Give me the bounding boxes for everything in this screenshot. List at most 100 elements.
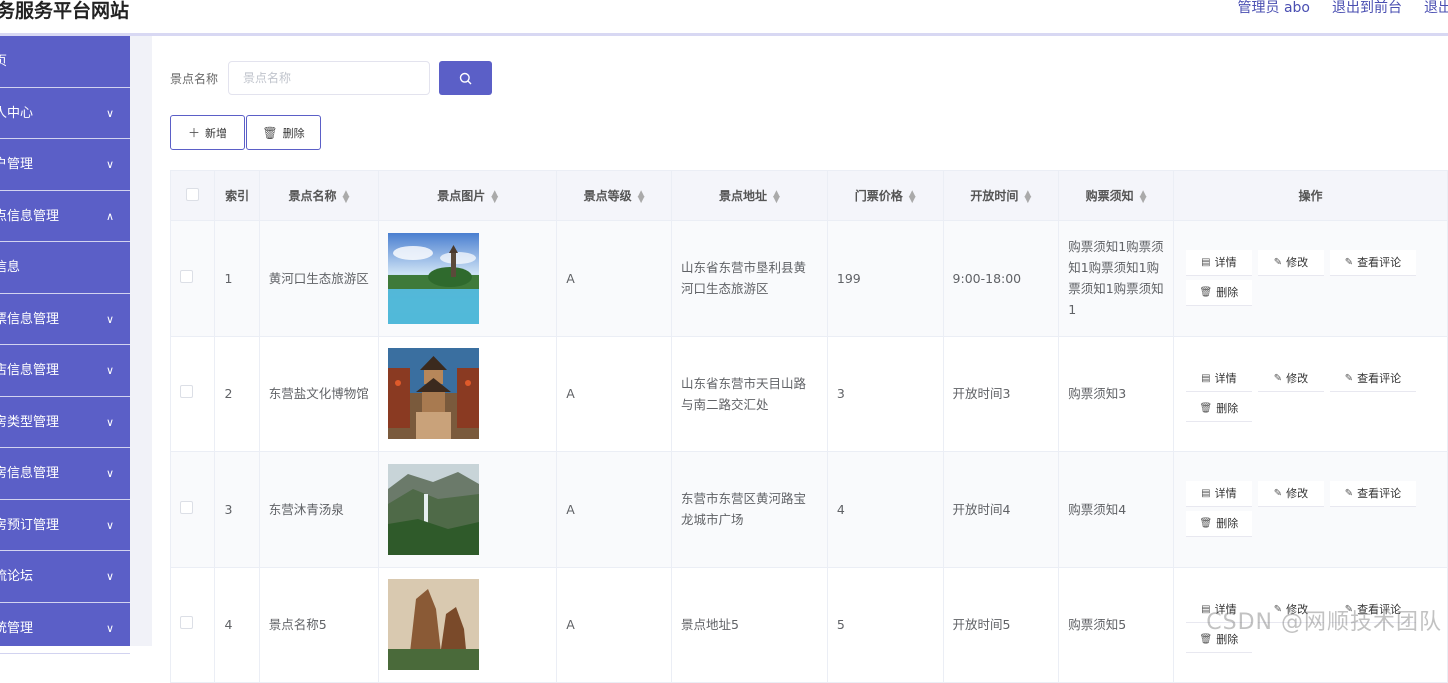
plus-icon: ＋	[187, 126, 200, 140]
column-header-notice[interactable]: 购票须知 ▲ ▼	[1058, 170, 1174, 221]
edit-button[interactable]: ✎ 修改	[1257, 250, 1324, 277]
cell-level: A	[556, 335, 672, 452]
sort-icon[interactable]: ▲ ▼	[491, 189, 498, 204]
select-all-cell	[169, 170, 216, 221]
sidebar-item-user-management[interactable]: 户管理∨	[0, 139, 130, 191]
sidebar-item-room-info-management[interactable]: 房信息管理 ∨	[0, 448, 130, 500]
back-to-frontend-link[interactable]: 退出到前台	[1332, 0, 1402, 17]
row-actions: ▤ 详情 ✎ 修改 ✎ 查看评论 🗑 删除	[1183, 365, 1438, 422]
sidebar-item-personal-center[interactable]: 人中心∨	[0, 88, 130, 139]
content-gutter	[130, 36, 152, 646]
view-comments-button[interactable]: ✎ 查看评论	[1329, 250, 1416, 277]
table-header-row: 索引 景点名称 ▲ ▼ 景点图片 ▲ ▼ 景点等级 ▲ ▼ 景点地址 ▲ ▼ 门票价格 ▲ ▼ 开放…	[169, 170, 1448, 221]
cell-level: A	[556, 220, 672, 337]
sidebar-item-room-type-management[interactable]: 房类型管理 ∨	[0, 397, 130, 448]
row-actions: ▤ 详情 ✎ 修改 ✎ 查看评论 🗑 删除	[1183, 250, 1438, 307]
row-checkbox[interactable]	[180, 385, 193, 399]
cell-price: 3	[826, 335, 944, 452]
cell-index: 4	[214, 566, 260, 683]
column-header-level[interactable]: 景点等级 ▲ ▼	[556, 170, 672, 221]
row-delete-button[interactable]: 🗑 删除	[1185, 395, 1252, 422]
pencil-icon: ✎	[1344, 488, 1354, 500]
logout-link[interactable]: 退出	[1424, 0, 1448, 17]
search-bar: 景点名称	[170, 61, 493, 95]
table-row: 1 黄河口生态旅游区 A 山东省东营市垦利县黄河口生态旅游区 199 9:00-…	[169, 220, 1448, 337]
view-comments-button[interactable]: ✎ 查看评论	[1329, 481, 1416, 508]
select-all-checkbox[interactable]	[186, 187, 200, 201]
column-header-index: 索引	[214, 170, 260, 221]
sidebar-item-ticket-management[interactable]: 票信息管理 ∨	[0, 294, 130, 345]
search-button[interactable]	[439, 61, 493, 95]
sidebar-item-system-management[interactable]: 统管理∨	[0, 603, 130, 654]
cell-address: 东营市东营区黄河路宝龙城市广场	[670, 451, 828, 568]
main-content: 景点名称 ＋新增 🗑删除 索引 景点名称▲▼ 景点图片▲▼ 景点等级▲▼ 景点地…	[152, 44, 1448, 683]
cell-name: 东营沐青汤泉	[258, 451, 380, 568]
sidebar-subitem-scenic-spot-info[interactable]: 信息	[0, 242, 130, 294]
sidebar-item-home[interactable]: 页	[0, 36, 130, 88]
toolbar: ＋新增 🗑 删除	[170, 115, 321, 150]
search-label: 景点名称	[170, 71, 219, 86]
column-header-image[interactable]: 景点图片 ▲ ▼	[378, 170, 558, 221]
row-actions: ▤ 详情 ✎ 修改 ✎ 查看评论 🗑 删除	[1183, 481, 1438, 538]
pencil-icon: ✎	[1344, 257, 1354, 269]
sidebar-item-scenic-spot-management[interactable]: 点信息管理 ∧	[0, 191, 130, 242]
search-input[interactable]	[228, 61, 431, 95]
chevron-down-icon: ∨	[105, 312, 114, 326]
trash-icon: 🗑	[1199, 287, 1213, 299]
chevron-down-icon: ∨	[105, 106, 114, 120]
pencil-icon: ✎	[1344, 372, 1354, 384]
row-checkbox[interactable]	[180, 616, 193, 630]
row-checkbox[interactable]	[180, 269, 193, 283]
pencil-icon: ✎	[1273, 257, 1283, 269]
delete-button[interactable]: 🗑 删除	[246, 115, 321, 150]
sort-icon[interactable]: ▲ ▼	[1024, 189, 1031, 204]
cell-address: 景点地址5	[670, 566, 828, 683]
site-title: 务服务平台网站	[0, 0, 130, 22]
detail-button[interactable]: ▤ 详情	[1185, 481, 1252, 508]
cell-notice: 购票须知4	[1058, 451, 1174, 568]
column-header-address[interactable]: 景点地址 ▲ ▼	[670, 170, 828, 221]
chevron-down-icon: ∨	[105, 158, 114, 171]
cell-name: 景点名称5	[258, 566, 380, 683]
sidebar-item-room-booking-management[interactable]: 房预订管理 ∨	[0, 500, 130, 551]
sidebar-item-forum[interactable]: 流论坛∨	[0, 551, 130, 603]
sort-icon[interactable]: ▲ ▼	[343, 189, 350, 204]
row-delete-button[interactable]: 🗑 删除	[1185, 511, 1252, 538]
admin-user-link[interactable]: 管理员 abo	[1238, 0, 1310, 17]
chevron-down-icon: ∨	[105, 415, 114, 429]
table-row: 2 东营盐文化博物馆 A 山东省东营市天目山路与南二路交汇处 3 开放时间3 购…	[169, 335, 1448, 452]
sort-icon[interactable]: ▲ ▼	[638, 189, 645, 204]
column-header-hours[interactable]: 开放时间 ▲ ▼	[942, 170, 1060, 221]
cell-level: A	[556, 566, 672, 683]
top-links: 管理员 abo 退出到前台 退出	[1238, 0, 1448, 17]
document-icon: ▤	[1201, 488, 1211, 500]
edit-button[interactable]: ✎ 修改	[1257, 481, 1324, 508]
document-icon: ▤	[1201, 372, 1211, 384]
cell-hours: 开放时间5	[942, 566, 1060, 683]
sidebar-item-hotel-management[interactable]: 店信息管理 ∨	[0, 345, 130, 397]
cell-notice: 购票须知1购票须知1购票须知1购票须知1购票须知1	[1058, 220, 1174, 337]
scenic-spot-image	[388, 579, 480, 671]
sort-icon[interactable]: ▲ ▼	[1140, 189, 1147, 204]
sort-icon[interactable]: ▲ ▼	[909, 189, 916, 204]
cell-level: A	[556, 451, 672, 568]
chevron-down-icon: ∨	[105, 518, 114, 532]
chevron-up-icon: ∧	[105, 209, 114, 223]
row-delete-button[interactable]: 🗑 删除	[1185, 280, 1252, 307]
column-header-price[interactable]: 门票价格 ▲ ▼	[826, 170, 944, 221]
row-checkbox[interactable]	[180, 500, 193, 514]
detail-button[interactable]: ▤ 详情	[1185, 365, 1252, 392]
add-button[interactable]: ＋新增	[170, 115, 245, 150]
cell-hours: 开放时间4	[942, 451, 1060, 568]
document-icon: ▤	[1201, 257, 1211, 269]
sort-icon[interactable]: ▲ ▼	[773, 189, 780, 204]
scenic-spot-image	[388, 232, 480, 324]
sidebar: 页 人中心∨ 户管理∨ 点信息管理∧ 信息 票信息管理∨ 店信息管理∨ 房类型管…	[0, 36, 130, 654]
column-header-name[interactable]: 景点名称 ▲ ▼	[258, 170, 380, 221]
trash-icon: 🗑	[262, 125, 278, 140]
trash-icon: 🗑	[1199, 518, 1213, 530]
cell-price: 5	[826, 566, 944, 683]
detail-button[interactable]: ▤ 详情	[1185, 250, 1252, 277]
edit-button[interactable]: ✎ 修改	[1257, 365, 1324, 392]
view-comments-button[interactable]: ✎ 查看评论	[1329, 365, 1416, 392]
